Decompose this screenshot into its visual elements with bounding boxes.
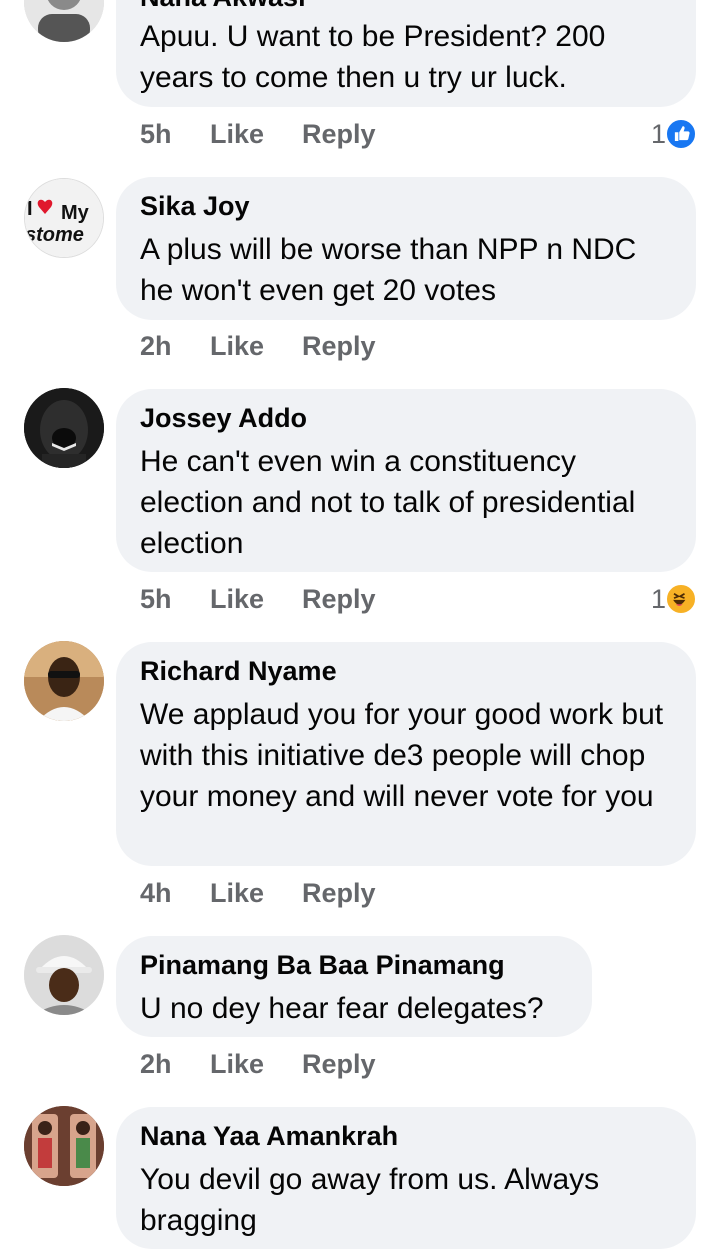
avatar[interactable]: I My stome bbox=[24, 178, 104, 258]
comment-actions: 2h Like Reply bbox=[140, 331, 376, 362]
comment-bubble: Nana Akwasi Apuu. U want to be President… bbox=[116, 0, 696, 107]
comment-time[interactable]: 2h bbox=[140, 331, 210, 362]
reply-button[interactable]: Reply bbox=[302, 878, 376, 909]
avatar[interactable] bbox=[24, 641, 104, 721]
comment-actions: 5h Like Reply bbox=[140, 584, 376, 615]
haha-icon[interactable] bbox=[665, 583, 697, 615]
avatar[interactable] bbox=[24, 388, 104, 468]
reaction-count[interactable]: 1 bbox=[651, 119, 666, 150]
comment-bubble: Sika Joy A plus will be worse than NPP n… bbox=[116, 177, 696, 320]
comment-author[interactable]: Jossey Addo bbox=[140, 403, 307, 434]
like-button[interactable]: Like bbox=[210, 331, 302, 362]
comment-bubble: Nana Yaa Amankrah You devil go away from… bbox=[116, 1107, 696, 1249]
reply-button[interactable]: Reply bbox=[302, 1049, 376, 1080]
avatar[interactable] bbox=[24, 935, 104, 1015]
reply-button[interactable]: Reply bbox=[302, 119, 376, 150]
comment-time[interactable]: 5h bbox=[140, 584, 210, 615]
avatar[interactable] bbox=[24, 1106, 104, 1186]
comment-bubble: Richard Nyame We applaud you for your go… bbox=[116, 642, 696, 866]
comment-author[interactable]: Nana Yaa Amankrah bbox=[140, 1121, 398, 1152]
avatar-text: My bbox=[61, 202, 90, 224]
comment-text: We applaud you for your good work but wi… bbox=[140, 698, 664, 813]
reply-button[interactable]: Reply bbox=[302, 584, 376, 615]
reaction-count[interactable]: 1 bbox=[651, 584, 666, 615]
comment-text: U no dey hear fear delegates? bbox=[140, 992, 544, 1025]
comment-author[interactable]: Richard Nyame bbox=[140, 656, 337, 687]
avatar-text: I bbox=[27, 198, 33, 220]
comment-actions: 4h Like Reply bbox=[140, 878, 376, 909]
like-button[interactable]: Like bbox=[210, 878, 302, 909]
comment-actions: 5h Like Reply bbox=[140, 119, 376, 150]
comment-time[interactable]: 4h bbox=[140, 878, 210, 909]
comment-bubble: Jossey Addo He can't even win a constitu… bbox=[116, 389, 696, 572]
comment-author[interactable]: Nana Akwasi bbox=[140, 0, 306, 13]
comment-text: You devil go away from us. Always braggi… bbox=[140, 1163, 600, 1237]
like-button[interactable]: Like bbox=[210, 119, 302, 150]
like-button[interactable]: Like bbox=[210, 584, 302, 615]
like-button[interactable]: Like bbox=[210, 1049, 302, 1080]
comment-time[interactable]: 5h bbox=[140, 119, 210, 150]
like-icon[interactable] bbox=[665, 118, 697, 150]
comment-actions: 2h Like Reply bbox=[140, 1049, 376, 1080]
avatar[interactable] bbox=[24, 0, 104, 42]
reply-button[interactable]: Reply bbox=[302, 331, 376, 362]
comment-text: He can't even win a constituency electio… bbox=[140, 445, 636, 560]
avatar-text: stome bbox=[25, 224, 84, 246]
comment-author[interactable]: Pinamang Ba Baa Pinamang bbox=[140, 950, 505, 981]
comment-text: A plus will be worse than NPP n NDC he w… bbox=[140, 233, 637, 307]
comment-text: Apuu. U want to be President? 200 years … bbox=[140, 20, 606, 94]
comment-author[interactable]: Sika Joy bbox=[140, 191, 250, 222]
comment-bubble: Pinamang Ba Baa Pinamang U no dey hear f… bbox=[116, 936, 592, 1037]
comment-time[interactable]: 2h bbox=[140, 1049, 210, 1080]
